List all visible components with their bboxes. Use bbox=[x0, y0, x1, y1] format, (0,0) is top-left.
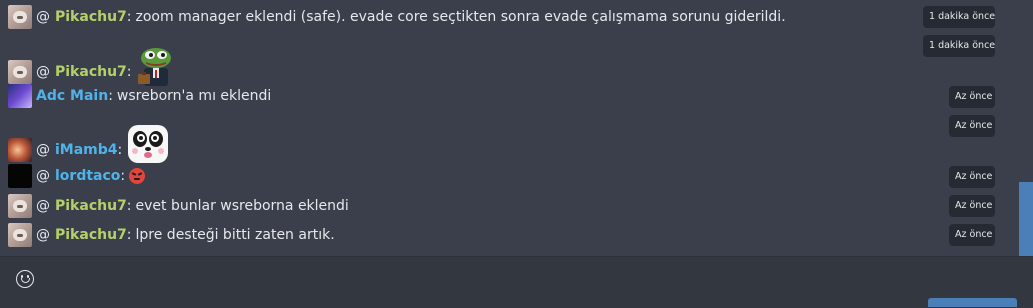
username[interactable]: lordtaco bbox=[55, 168, 120, 184]
mention-symbol: @ bbox=[36, 9, 50, 25]
avatar[interactable] bbox=[8, 223, 32, 247]
chat-message: @ iMamb4 : bbox=[8, 125, 170, 165]
send-button[interactable] bbox=[928, 298, 1017, 307]
mention-symbol: @ bbox=[36, 227, 50, 243]
colon: : bbox=[126, 198, 132, 214]
chat-message: Adc Main : wsreborn'a mı eklendi bbox=[8, 84, 271, 108]
avatar[interactable] bbox=[8, 84, 32, 108]
angry-face-emote bbox=[129, 168, 146, 184]
avatar[interactable] bbox=[8, 194, 32, 218]
timestamp: 1 dakika önce bbox=[923, 6, 995, 28]
scrollbar-thumb[interactable] bbox=[1019, 182, 1033, 256]
avatar[interactable] bbox=[8, 5, 32, 29]
username[interactable]: iMamb4 bbox=[55, 142, 118, 158]
colon: : bbox=[120, 168, 126, 184]
chat-message: @ lordtaco : bbox=[8, 164, 146, 188]
chat-message: @ Pikachu7 : lpre desteği bitti zaten ar… bbox=[8, 223, 335, 247]
colon: : bbox=[117, 142, 123, 158]
panda-emote bbox=[128, 125, 169, 163]
timestamp: Az önce bbox=[949, 86, 995, 108]
chat-message-list[interactable]: @ Pikachu7 : zoom manager eklendi (safe)… bbox=[0, 0, 1018, 256]
timestamp: Az önce bbox=[949, 115, 995, 137]
timestamp: Az önce bbox=[949, 224, 995, 246]
message-text: lpre desteği bitti zaten artık. bbox=[135, 227, 335, 243]
username[interactable]: Pikachu7 bbox=[55, 64, 127, 80]
timestamp: Az önce bbox=[949, 195, 995, 217]
colon: : bbox=[126, 64, 132, 80]
timestamp: Az önce bbox=[949, 166, 995, 188]
colon: : bbox=[126, 9, 132, 25]
mention-symbol: @ bbox=[36, 198, 50, 214]
avatar[interactable] bbox=[8, 60, 32, 84]
avatar[interactable] bbox=[8, 164, 32, 188]
message-text: wsreborn'a mı eklendi bbox=[116, 88, 272, 104]
colon: : bbox=[126, 227, 132, 243]
username[interactable]: Adc Main bbox=[36, 88, 108, 104]
username[interactable]: Pikachu7 bbox=[55, 227, 127, 243]
username[interactable]: Pikachu7 bbox=[55, 198, 127, 214]
message-text: evet bunlar wsreborna eklendi bbox=[135, 198, 349, 214]
chat-message: @ Pikachu7 : evet bunlar wsreborna eklen… bbox=[8, 194, 349, 218]
message-text: zoom manager eklendi (safe). evade core … bbox=[135, 9, 786, 25]
mention-symbol: @ bbox=[36, 142, 50, 158]
chat-composer[interactable] bbox=[0, 256, 1033, 308]
timestamp: 1 dakika önce bbox=[923, 35, 995, 57]
avatar[interactable] bbox=[8, 138, 32, 162]
smiley-icon[interactable] bbox=[16, 270, 34, 288]
chat-message: @ Pikachu7 : zoom manager eklendi (safe)… bbox=[8, 5, 786, 29]
username[interactable]: Pikachu7 bbox=[55, 9, 127, 25]
mention-symbol: @ bbox=[36, 64, 50, 80]
colon: : bbox=[108, 88, 113, 104]
mention-symbol: @ bbox=[36, 168, 50, 184]
